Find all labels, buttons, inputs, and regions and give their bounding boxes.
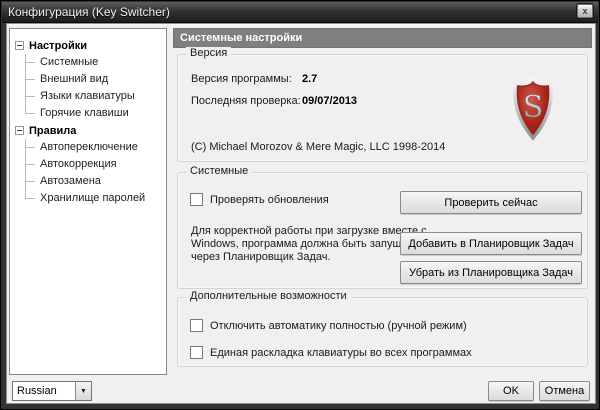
- settings-tree: Настройки Системные Внешний вид Языки кл…: [9, 28, 167, 375]
- sidebar-item-hotkeys[interactable]: Горячие клавиши: [25, 105, 164, 122]
- add-to-scheduler-button[interactable]: Добавить в Планировщик Задач: [400, 232, 582, 255]
- groupbox-title: Версия: [186, 47, 231, 59]
- check-updates-label: Проверять обновления: [210, 194, 329, 206]
- window-title: Конфигурация (Key Switcher): [8, 5, 170, 19]
- scheduler-note: Для корректной работы при загрузке вмест…: [191, 225, 433, 264]
- single-layout-label: Единая раскладка клавиатуры во всех прог…: [210, 347, 472, 359]
- groupbox-title: Дополнительные возможности: [186, 290, 351, 302]
- copyright-text: (C) Michael Morozov & Mere Magic, LLC 19…: [191, 141, 445, 153]
- key-switcher-shield-icon: S: [511, 77, 555, 141]
- sidebar-item-keyboard-languages[interactable]: Языки клавиатуры: [25, 88, 164, 105]
- groupbox-title: Системные: [186, 165, 252, 177]
- last-check-row: Последняя проверка: 09/07/2013: [191, 95, 301, 107]
- manual-mode-label: Отключить автоматику полностью (ручной р…: [210, 320, 467, 332]
- version-row: Версия программы: 2.7: [191, 73, 292, 85]
- version-value: 2.7: [302, 73, 317, 85]
- sidebar-item-password-store[interactable]: Хранилище паролей: [25, 190, 164, 207]
- system-groupbox: Системные Проверять обновления Проверить…: [177, 172, 588, 289]
- check-updates-row[interactable]: Проверять обновления: [190, 193, 329, 206]
- page-title: Системные настройки: [173, 28, 592, 48]
- manual-mode-checkbox[interactable]: [190, 319, 203, 332]
- shield-letter: S: [523, 90, 544, 125]
- sidebar-item-autoreplace[interactable]: Автозамена: [25, 173, 164, 190]
- chevron-down-icon[interactable]: ▼: [75, 382, 91, 400]
- single-layout-row[interactable]: Единая раскладка клавиатуры во всех прог…: [190, 346, 472, 359]
- collapse-expander-icon[interactable]: [15, 126, 24, 135]
- tree-node-rules[interactable]: Правила: [15, 122, 164, 139]
- sidebar-item-autoswitch[interactable]: Автопереключение: [25, 139, 164, 156]
- language-value: Russian: [13, 385, 75, 397]
- title-bar[interactable]: Конфигурация (Key Switcher): [2, 2, 598, 23]
- check-updates-checkbox[interactable]: [190, 193, 203, 206]
- sidebar-item-appearance[interactable]: Внешний вид: [25, 71, 164, 88]
- dialog-body: Настройки Системные Внешний вид Языки кл…: [6, 23, 596, 404]
- version-label: Версия программы:: [191, 73, 292, 85]
- single-layout-checkbox[interactable]: [190, 346, 203, 359]
- tree-group-label: Настройки: [29, 40, 87, 52]
- remove-from-scheduler-button[interactable]: Убрать из Планировщика Задач: [400, 261, 582, 284]
- tree-node-settings[interactable]: Настройки: [15, 37, 164, 54]
- language-select[interactable]: Russian ▼: [12, 381, 92, 401]
- extra-options-groupbox: Дополнительные возможности Отключить авт…: [177, 297, 588, 367]
- config-dialog: Конфигурация (Key Switcher) x Настройки …: [0, 0, 600, 410]
- sidebar-item-autocorrect[interactable]: Автокоррекция: [25, 156, 164, 173]
- collapse-expander-icon[interactable]: [15, 41, 24, 50]
- tree-group-rules: Правила Автопереключение Автокоррекция А…: [15, 122, 164, 207]
- cancel-button[interactable]: Отмена: [539, 381, 590, 401]
- last-check-label: Последняя проверка:: [191, 95, 301, 107]
- ok-button[interactable]: OK: [488, 381, 534, 401]
- tree-group-settings: Настройки Системные Внешний вид Языки кл…: [15, 37, 164, 122]
- manual-mode-row[interactable]: Отключить автоматику полностью (ручной р…: [190, 319, 467, 332]
- tree-group-label: Правила: [29, 125, 76, 137]
- last-check-value: 09/07/2013: [302, 95, 357, 107]
- sidebar-item-system[interactable]: Системные: [25, 54, 164, 71]
- close-icon[interactable]: x: [577, 4, 593, 18]
- check-now-button[interactable]: Проверить сейчас: [400, 191, 582, 214]
- version-groupbox: Версия Версия программы: 2.7 Последняя п…: [177, 54, 588, 162]
